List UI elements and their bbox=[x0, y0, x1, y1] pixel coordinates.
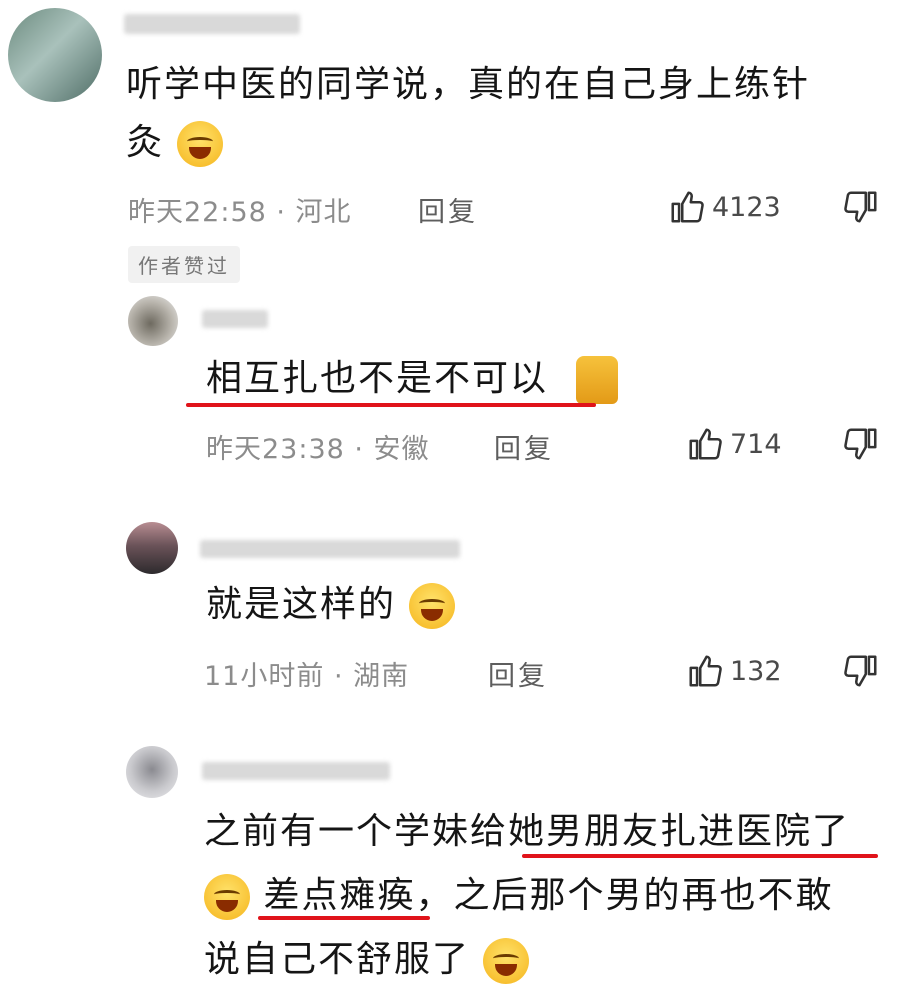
avatar[interactable] bbox=[126, 746, 178, 798]
comment-meta: 昨天22:58 · 河北 bbox=[128, 197, 352, 228]
thumbs-up-icon bbox=[689, 428, 722, 460]
thumbs-down-icon bbox=[844, 191, 877, 223]
laughing-crying-emoji-icon bbox=[409, 583, 456, 629]
annotation-underline bbox=[186, 403, 596, 407]
avatar[interactable] bbox=[126, 522, 178, 574]
annotation-underline bbox=[258, 916, 430, 920]
username[interactable] bbox=[202, 310, 268, 328]
comment-text: 就是这样的 bbox=[206, 576, 456, 634]
like-count: 4123 bbox=[712, 191, 781, 223]
laughing-crying-emoji-icon bbox=[204, 874, 250, 920]
like-count: 714 bbox=[730, 428, 782, 460]
like-button[interactable]: 714 bbox=[686, 423, 782, 465]
laughing-crying-emoji-icon bbox=[177, 121, 224, 167]
comment-text: 相互扎也不是不可以 bbox=[206, 350, 548, 408]
annotation-underline bbox=[522, 854, 878, 858]
comment-text: 之前有一个学妹给她男朋友扎进医院了 差点瘫痪，之后那个男的再也不敢 说自己不舒服… bbox=[204, 800, 850, 992]
thumbs-up-icon bbox=[689, 655, 722, 687]
comment-line: 差点瘫痪，之后那个男的再也不敢 bbox=[263, 875, 834, 916]
comment-meta: 11小时前 · 湖南 bbox=[204, 661, 410, 692]
comment-line: 之前有一个学妹给她男朋友扎进医院了 bbox=[204, 811, 851, 852]
comment-line: 灸 bbox=[126, 122, 165, 163]
like-button[interactable]: 132 bbox=[686, 650, 782, 692]
thumbs-down-icon bbox=[844, 655, 877, 687]
thumbs-down-icon bbox=[844, 428, 877, 460]
thumbs-up-icon bbox=[671, 191, 704, 223]
comment-line: 就是这样的 bbox=[206, 584, 397, 625]
like-button[interactable]: 4123 bbox=[668, 186, 781, 228]
cat-emoji-icon bbox=[576, 356, 618, 404]
dislike-button[interactable] bbox=[842, 188, 880, 230]
username[interactable] bbox=[124, 14, 300, 34]
avatar[interactable] bbox=[8, 8, 102, 102]
reply-button[interactable]: 回复 bbox=[494, 427, 554, 466]
reply-button[interactable]: 回复 bbox=[488, 654, 548, 693]
like-count: 132 bbox=[730, 655, 782, 687]
laughing-crying-emoji-icon bbox=[483, 938, 530, 984]
comment-line: 听学中医的同学说，真的在自己身上练针 bbox=[126, 64, 811, 105]
author-liked-badge: 作者赞过 bbox=[128, 246, 240, 283]
dislike-button[interactable] bbox=[842, 425, 880, 467]
reply-button[interactable]: 回复 bbox=[418, 190, 478, 229]
comment-text: 听学中医的同学说，真的在自己身上练针 灸 bbox=[126, 56, 810, 172]
username[interactable] bbox=[202, 762, 390, 780]
username[interactable] bbox=[200, 540, 460, 558]
comment-meta: 昨天23:38 · 安徽 bbox=[206, 434, 430, 465]
dislike-button[interactable] bbox=[842, 652, 880, 694]
comment-line: 相互扎也不是不可以 bbox=[206, 358, 549, 399]
avatar[interactable] bbox=[128, 296, 178, 346]
